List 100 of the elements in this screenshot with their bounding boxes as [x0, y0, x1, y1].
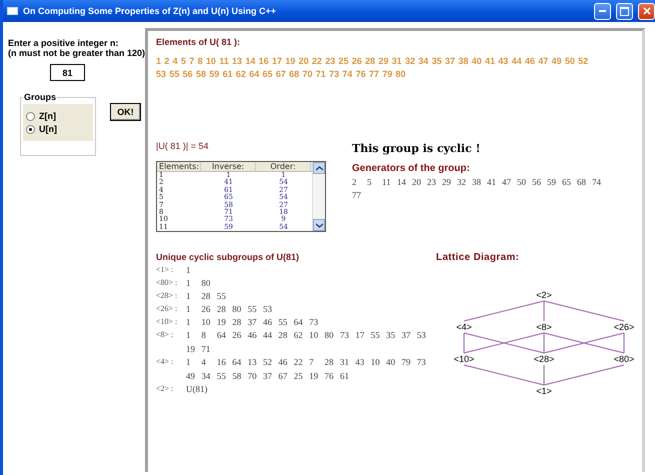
subgroup-element: 79 — [402, 357, 412, 367]
radio-label[interactable]: Z[n] — [39, 111, 56, 121]
element-number: 55 — [169, 69, 180, 80]
subgroup-element: 19 — [186, 344, 196, 354]
generator-number: 68 — [577, 177, 588, 187]
subgroup-element: 46 — [262, 317, 273, 327]
element-number: 79 — [382, 69, 392, 80]
subgroup-element: 37 — [248, 317, 258, 327]
element-number: 50 — [564, 56, 575, 67]
subgroup-label: <10> : — [156, 317, 178, 327]
close-button[interactable] — [638, 2, 655, 20]
lattice-label: <80> — [614, 354, 634, 364]
subgroup-element: 10 — [309, 330, 320, 340]
element-number: 46 — [524, 56, 535, 67]
generator-number: 29 — [442, 177, 452, 187]
generator-number: 2 — [352, 177, 358, 187]
radio-label[interactable]: U[n] — [39, 124, 57, 134]
subgroup-element: 80 — [232, 304, 242, 314]
subgroup-element: 55 — [216, 371, 227, 381]
subgroup-label: <80> : — [156, 278, 178, 288]
subgroup-element: 22 — [294, 357, 304, 367]
subgroup-element: 1 — [186, 357, 192, 367]
scroll-up-icon[interactable] — [316, 166, 323, 170]
element-number: 1 — [156, 56, 162, 67]
element-number: 7 — [189, 56, 194, 67]
subgroup-label: <26> : — [156, 304, 178, 314]
element-number: 10 — [206, 56, 216, 67]
element-number: 68 — [289, 69, 300, 80]
element-number: 40 — [472, 56, 482, 67]
subgroup-element: 26 — [201, 304, 212, 314]
subgroup-element: 19 — [216, 317, 227, 327]
cyclic-message: This group is cyclic ! — [352, 142, 482, 155]
subgroup-element: 35 — [386, 330, 396, 340]
subgroup-element: 73 — [416, 357, 427, 367]
element-number: 16 — [258, 56, 269, 67]
subgroup-label: <1> : — [156, 265, 174, 275]
generator-number: 38 — [472, 177, 482, 187]
generator-number: 23 — [427, 177, 438, 187]
scrollbar[interactable] — [312, 162, 326, 231]
element-number: 71 — [316, 69, 326, 80]
generator-number: 5 — [367, 177, 373, 187]
element-number: 28 — [365, 56, 376, 67]
close-icon — [642, 7, 650, 15]
subgroup-element: 52 — [262, 357, 273, 367]
subgroup-element: 80 — [324, 330, 335, 340]
generator-number: 47 — [502, 177, 512, 187]
subgroup-element: 64 — [232, 357, 242, 367]
subgroup-label: <2> : — [156, 384, 174, 394]
subgroup-element: 43 — [355, 357, 366, 367]
subgroup-element: 26 — [232, 330, 242, 340]
subgroup-element: 64 — [216, 330, 227, 340]
generator-number: 41 — [487, 177, 498, 187]
radio-button[interactable] — [26, 124, 35, 134]
element-number: 43 — [498, 56, 508, 67]
subgroup-element: U(81) — [186, 384, 208, 394]
element-number: 37 — [445, 56, 456, 67]
column-header[interactable]: Elements: — [157, 162, 202, 171]
column-header[interactable]: Order: — [256, 162, 312, 171]
element-number: 2 — [164, 56, 170, 67]
generator-number: 59 — [547, 177, 558, 187]
minimize-button[interactable] — [594, 2, 611, 20]
subgroup-element: 1 — [186, 304, 192, 314]
element-number: 73 — [329, 69, 340, 80]
lattice-label: <4> — [456, 322, 472, 332]
radio-button[interactable] — [26, 112, 35, 120]
element-number: 13 — [232, 56, 242, 67]
subgroup-element: 62 — [294, 330, 304, 340]
subgroup-element: 71 — [201, 344, 212, 354]
subgroup-element: 73 — [340, 330, 350, 340]
ok-button[interactable]: OK! — [110, 103, 141, 121]
subgroup-element: 67 — [278, 371, 288, 381]
lattice-label: <8> — [536, 322, 552, 332]
subgroup-element: 80 — [201, 278, 212, 288]
element-number: 29 — [378, 56, 388, 67]
window-icon — [7, 7, 18, 15]
element-number: 80 — [396, 69, 406, 80]
maximize-button[interactable] — [616, 2, 633, 20]
element-number: 5 — [180, 56, 186, 67]
element-number: 26 — [352, 56, 362, 67]
element-number: 58 — [196, 69, 206, 80]
element-number: 70 — [302, 69, 312, 80]
groups-legend: Groups — [23, 92, 58, 102]
subgroup-label: <8> : — [156, 330, 174, 341]
element-number: 17 — [272, 56, 282, 67]
element-number: 52 — [578, 56, 588, 67]
element-number: 38 — [458, 56, 468, 67]
element-number: 32 — [405, 56, 416, 67]
subgroup-element: 28 — [216, 304, 227, 314]
element-number: 23 — [325, 56, 336, 67]
subgroup-element: 13 — [248, 357, 258, 367]
element-number: 34 — [418, 56, 428, 67]
subgroup-element: 10 — [370, 357, 381, 367]
scroll-down-icon[interactable] — [316, 222, 323, 228]
subgroup-element: 25 — [294, 371, 304, 381]
integer-input-field[interactable]: 81 — [50, 64, 85, 81]
column-header[interactable]: Inverse: — [201, 162, 256, 171]
lattice-heading: Lattice Diagram: — [436, 252, 520, 263]
element-number: 61 — [222, 69, 233, 80]
generator-number: 50 — [517, 177, 528, 187]
subgroup-element: 70 — [248, 371, 258, 381]
